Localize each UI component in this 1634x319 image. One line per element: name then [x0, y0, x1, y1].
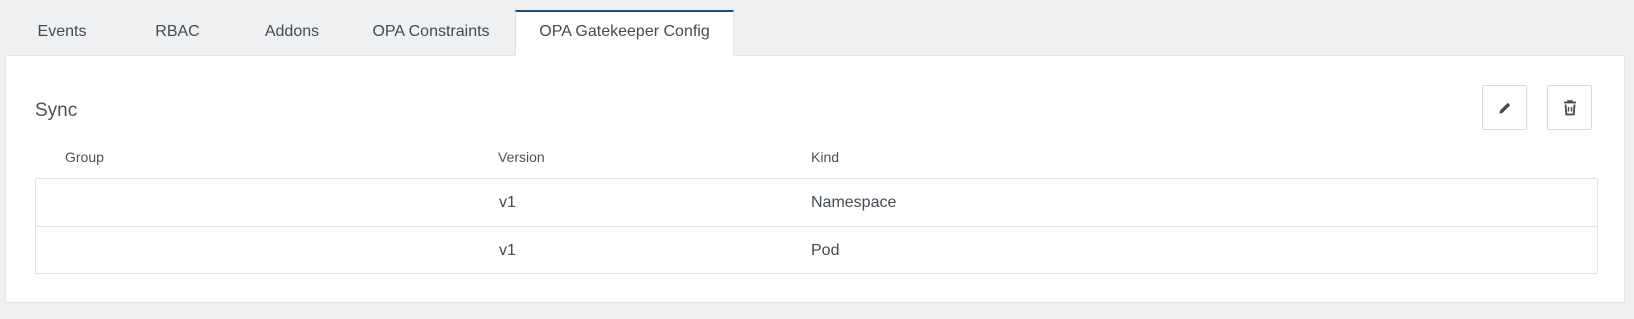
tab-events[interactable]: Events	[6, 10, 118, 54]
cell-version: v1	[499, 242, 516, 259]
tab-opa-constraints[interactable]: OPA Constraints	[347, 10, 515, 54]
tab-addons[interactable]: Addons	[237, 10, 347, 54]
column-header-kind: Kind	[811, 149, 840, 165]
sync-table: v1 Namespace v1 Pod	[35, 178, 1598, 274]
tab-opa-gatekeeper-config[interactable]: OPA Gatekeeper Config	[515, 10, 734, 56]
tab-rbac[interactable]: RBAC	[118, 10, 237, 54]
cell-kind: Namespace	[811, 194, 897, 211]
tab-bar: Events RBAC Addons OPA Constraints OPA G…	[6, 10, 734, 56]
section-title: Sync	[35, 100, 78, 121]
column-header-group: Group	[65, 149, 104, 165]
pencil-icon	[1499, 102, 1510, 113]
trash-icon	[1563, 99, 1576, 115]
cell-version: v1	[499, 194, 516, 211]
table-row: v1 Namespace	[36, 179, 1597, 226]
cell-kind: Pod	[811, 242, 840, 259]
edit-button[interactable]	[1482, 85, 1527, 130]
column-header-version: Version	[498, 149, 545, 165]
gatekeeper-config-panel: Sync Group Version Kind v1 Namespace v1 …	[5, 55, 1625, 303]
table-header: Group Version Kind	[35, 149, 1598, 169]
delete-button[interactable]	[1547, 85, 1592, 130]
table-row: v1 Pod	[36, 226, 1597, 273]
